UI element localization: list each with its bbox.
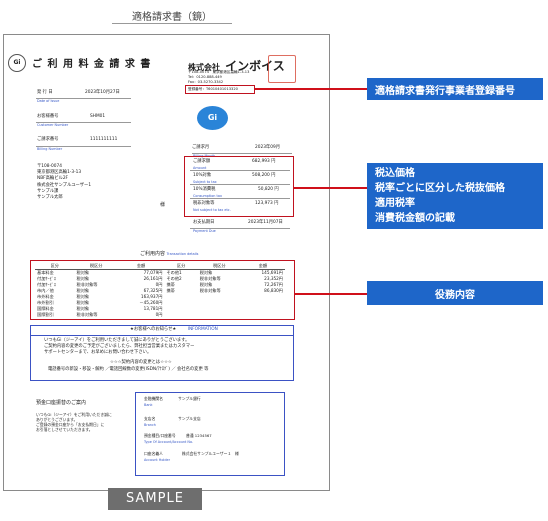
amount-label: 10%消費税	[193, 187, 216, 192]
reg-number: 登録番号：T6010401013320	[188, 87, 238, 91]
callout-line: 消費税金額の記載	[375, 213, 455, 224]
billing-no-value: 1111111111	[90, 137, 118, 142]
bank-row-en: Account Holder	[144, 458, 170, 462]
info-title-jp: ★お客様へのお知らせ★	[130, 327, 177, 332]
amount-row-underline	[190, 170, 290, 171]
callout-connector	[295, 293, 367, 295]
billing-month-value: 2023年09月	[255, 145, 280, 150]
gi-logo-icon: Gi	[8, 54, 26, 72]
bank-row-value: 普通 1234567	[186, 433, 212, 438]
page-title: 適格請求書（鏡）	[132, 12, 212, 23]
bank-row-value: サンプル銀行	[178, 396, 201, 401]
customer-no-en: Customer Number	[37, 123, 69, 127]
addressee-line: NBF高輪ビル2F	[37, 176, 69, 181]
company-tel: Tel：0120-888-449	[188, 75, 222, 79]
amount-row-underline	[190, 184, 290, 185]
amount-value: 123,973 円	[255, 201, 279, 206]
issue-date-value: 2023年10月27日	[85, 90, 120, 95]
detail-title: ご利用内容 Transaction details	[140, 251, 199, 258]
sample-banner: SAMPLE	[108, 488, 202, 510]
issue-date-en: Date of Issue	[37, 99, 60, 103]
callout-connector	[255, 88, 367, 90]
bank-row-en: Bank	[144, 403, 153, 407]
info-line: サポートセンターまで、お早めにお問い合わせ下さい。	[44, 350, 152, 355]
table-cell	[198, 312, 241, 318]
callout-service-content: 役務内容	[367, 281, 543, 305]
due-date-value: 2023年11月07日	[248, 220, 283, 225]
detail-title-en: Transaction details	[166, 252, 199, 256]
bank-row-label: 金融機関名	[144, 396, 163, 401]
customer-no-label: お客様番号	[37, 114, 59, 119]
billing-no-label: ご請求番号	[37, 137, 59, 142]
bank-text-line: お引落としさせていただきます。	[36, 427, 93, 432]
bank-row-value: 株式会社サンプルユーザー１ 様	[182, 451, 239, 456]
company-seal	[268, 55, 296, 83]
bank-row-label: 支店名	[144, 416, 156, 421]
bank-row-en: Type Of Account/Account No.	[144, 440, 194, 444]
table-cell	[241, 312, 285, 318]
amount-value: 508,200 円	[252, 173, 276, 178]
amount-label: 10%対象	[193, 173, 212, 178]
due-date-label: お支払期日	[193, 220, 215, 225]
issue-date-label: 発 行 日	[37, 90, 53, 95]
info-line: 電話番号の新設・移設・解約 ／電話回線数の変更(ISDN/ｱﾅﾛｸﾞ) ／ 会社…	[48, 367, 209, 372]
callout-tax-items: 税込価格 税率ごとに区分した税抜価格 適用税率 消費税金額の記載	[367, 163, 543, 229]
amount-label: 税非対象等	[193, 201, 215, 206]
company-address: 〒108-0074 東京都港区高輪1-3-13	[188, 70, 250, 74]
bank-row-label: 預金種目/口座番号	[144, 433, 176, 438]
callout-line: 適格請求書発行事業者登録番号	[375, 85, 515, 97]
billing-no-en: Billing Number	[37, 147, 63, 151]
due-date-en: Payment Due	[193, 229, 216, 233]
detail-title-jp: ご利用内容	[140, 251, 166, 257]
amount-value: 50,820 円	[258, 187, 279, 192]
billing-month-label: ご請求月	[192, 145, 210, 150]
callout-reg-number: 適格請求書発行事業者登録番号	[367, 78, 543, 100]
addressee-honorific: 様	[160, 202, 166, 208]
title-underline	[112, 23, 232, 24]
detail-table: 区分 税区分 金額 区分 税区分 金額 基本料金 税対象 77,079円 その他1 税…	[35, 263, 285, 318]
info-divider	[30, 335, 294, 336]
table-cell: 税非対象等	[76, 312, 98, 317]
table-cell: 国際割引	[37, 312, 54, 317]
amount-label: ご請求額	[193, 159, 211, 164]
info-title: ★お客様へのお知らせ★ INFORMATION	[130, 327, 218, 333]
info-title-en: INFORMATION	[187, 327, 218, 332]
amount-row-underline	[190, 198, 290, 199]
callout-line: 役務内容	[435, 289, 475, 301]
gi-brand-icon: Gi	[197, 106, 228, 130]
company-fax: Fax：03-5270-3342	[188, 80, 224, 84]
bank-row-label: 口座名義人	[144, 451, 163, 456]
table-row: 国際割引 税非対象等 0円	[35, 312, 285, 318]
addressee-line: サンプル太郎	[37, 195, 63, 200]
bank-row-en: Branch	[144, 423, 156, 427]
table-cell	[164, 312, 197, 318]
bank-title: 預金口座振替のご案内	[36, 400, 87, 406]
bank-row-value: サンプル支店	[178, 416, 201, 421]
callout-line: 税込価格	[375, 168, 415, 179]
info-line: ☆☆☆契約内容の変更とは☆☆☆	[110, 360, 172, 365]
table-cell: 0円	[155, 312, 163, 317]
amount-value: 682,993 円	[252, 159, 276, 164]
callout-line: 税率ごとに区分した税抜価格	[375, 183, 505, 194]
amount-en: Not subject to tax etc.	[193, 208, 231, 212]
callout-connector	[294, 187, 367, 189]
customer-no-value: SHM01	[90, 114, 106, 119]
invoice-title: ご 利 用 料 金 請 求 書	[32, 59, 152, 70]
callout-line: 適用税率	[375, 198, 415, 209]
